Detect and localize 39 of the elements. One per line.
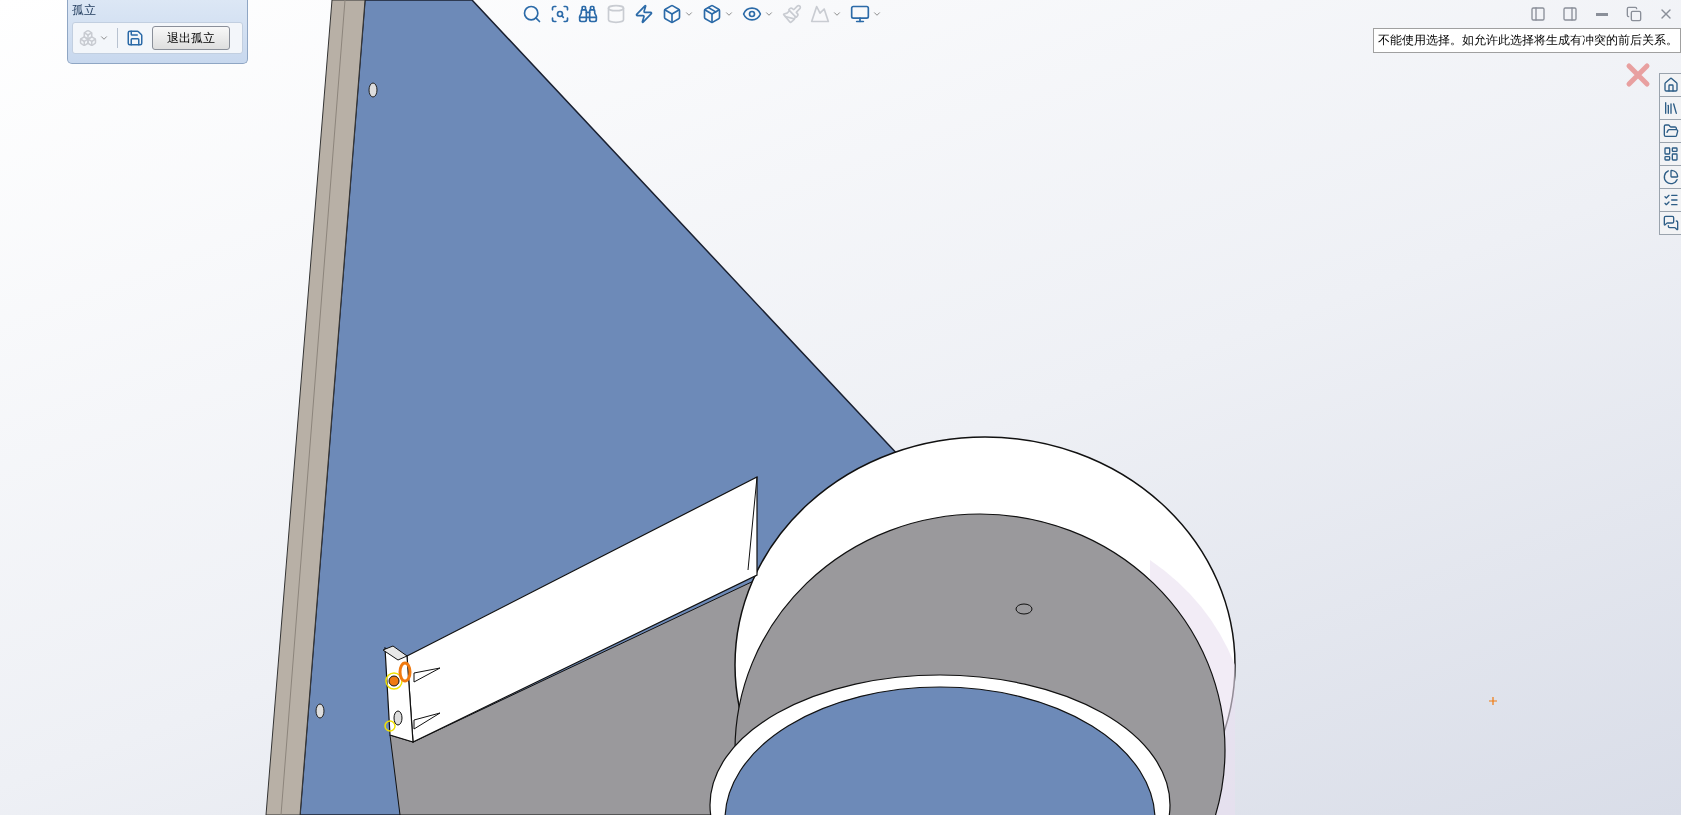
folder-icon (1662, 123, 1679, 139)
cylinder-icon (606, 4, 626, 24)
task-pane-tab[interactable] (1659, 188, 1681, 212)
chat-icon (1662, 215, 1679, 231)
panel-title: 孤立 (72, 2, 97, 19)
task-pane-tab[interactable] (1659, 73, 1681, 97)
plus-icon (1488, 696, 1498, 706)
brush-icon (782, 4, 802, 24)
lightning-icon (634, 4, 654, 24)
cube-icon (662, 4, 682, 24)
caret-icon (684, 9, 694, 19)
caret-icon (872, 9, 882, 19)
eye-icon (742, 4, 762, 24)
caret-icon (764, 9, 774, 19)
minimize-icon (1596, 12, 1608, 16)
caret-icon (724, 9, 734, 19)
save-icon (126, 29, 144, 47)
exit-isolate-button[interactable]: 退出孤立 (152, 26, 230, 50)
magnifier-frame-icon (550, 4, 570, 24)
landscape-icon (810, 4, 830, 24)
list-icon (1662, 192, 1679, 208)
task-pane-tab[interactable] (1659, 142, 1681, 166)
caret-icon (832, 9, 842, 19)
binoculars-icon (578, 4, 598, 24)
home-icon (1662, 77, 1679, 93)
panel-right-icon (1562, 6, 1578, 22)
task-pane-tab[interactable] (1659, 211, 1681, 235)
restore-icon (1626, 6, 1642, 22)
magnifier-icon (522, 4, 542, 24)
task-pane-tab[interactable] (1659, 165, 1681, 189)
caret-icon (99, 33, 109, 43)
panel-left-icon (1530, 6, 1546, 22)
blocks-icon (79, 29, 97, 47)
layout-icon (1662, 146, 1679, 162)
tooltip: 不能使用选择。如允许此选择将生成有冲突的前后关系。 (1373, 28, 1681, 53)
cross-icon (1626, 63, 1650, 87)
books-icon (1662, 100, 1679, 116)
task-pane-tab[interactable] (1659, 119, 1681, 143)
monitor-icon (850, 4, 870, 24)
